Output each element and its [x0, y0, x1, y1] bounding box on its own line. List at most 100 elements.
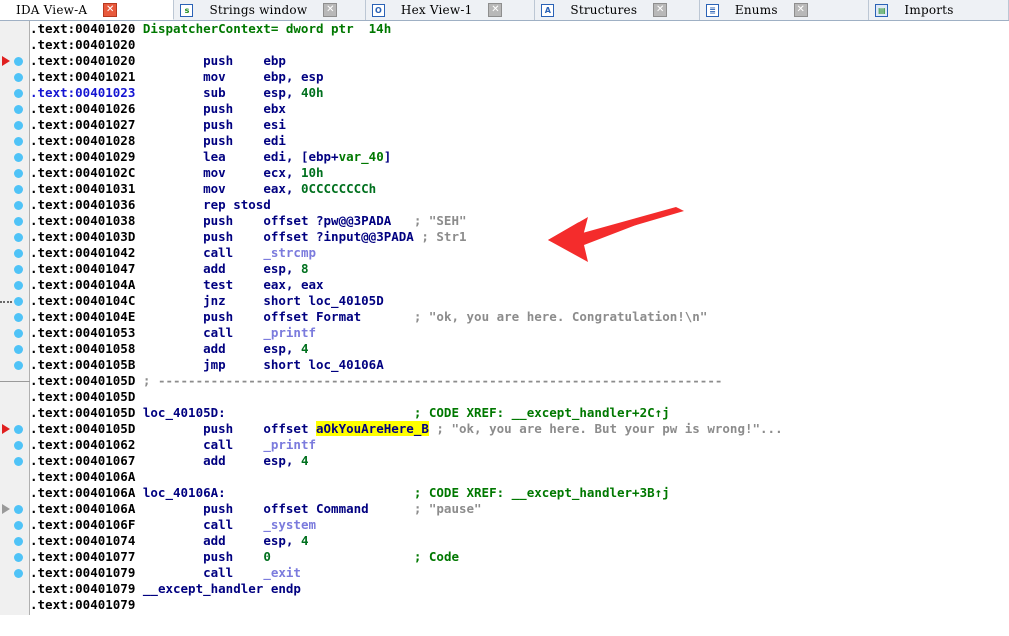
line-address: .text:00401031 — [30, 181, 136, 196]
tab-ida-view-a[interactable]: IDA View-A ✕ — [0, 0, 175, 20]
highlighted-symbol[interactable]: aOkYouAreHere_B — [316, 421, 429, 436]
disasm-line[interactable]: .text:0040106A — [30, 469, 1009, 485]
gutter-breakpoint-dot[interactable] — [14, 297, 23, 306]
code-listing[interactable]: .text:00401020 DispatcherContext= dword … — [30, 21, 1009, 615]
close-icon[interactable]: ✕ — [793, 3, 808, 17]
mnemonic: add — [203, 261, 264, 276]
tab-label: IDA View-A — [16, 2, 88, 17]
call-target[interactable]: _printf — [263, 325, 316, 340]
operands: ebp — [263, 53, 286, 68]
disasm-line[interactable]: .text:00401027 push esi — [30, 117, 1009, 133]
close-icon[interactable]: ✕ — [653, 3, 668, 17]
operands: edi, [ebp+var_40] — [263, 149, 392, 164]
disasm-line[interactable]: .text:0040104A test eax, eax — [30, 277, 1009, 293]
tab-imports[interactable]: ▤ Imports — [869, 0, 1009, 20]
gutter-breakpoint-dot[interactable] — [14, 105, 23, 114]
close-icon[interactable]: ✕ — [103, 2, 118, 17]
operands: esp, 40h — [263, 85, 324, 100]
inline-comment: ; "pause" — [413, 501, 482, 516]
disasm-line[interactable]: .text:00401058 add esp, 4 — [30, 341, 1009, 357]
gutter-breakpoint-dot[interactable] — [14, 153, 23, 162]
xref-comment: ; CODE XREF: __except_handler+2C↑j — [413, 405, 670, 420]
disasm-line[interactable]: .text:00401036 rep stosd — [30, 197, 1009, 213]
code-label[interactable]: loc_40105D: — [135, 405, 413, 420]
disasm-line[interactable]: .text:0040106F call _system — [30, 517, 1009, 533]
disasm-line[interactable]: .text:00401038 push offset ?pw@@3PADA ; … — [30, 213, 1009, 229]
disasm-line[interactable]: .text:0040105D loc_40105D: ; CODE XREF: … — [30, 405, 1009, 421]
disasm-line[interactable]: .text:00401042 call _strcmp — [30, 245, 1009, 261]
close-icon[interactable]: ✕ — [488, 3, 503, 17]
mnemonic: jmp — [203, 357, 264, 372]
gutter-breakpoint-dot[interactable] — [14, 137, 23, 146]
call-target[interactable]: _exit — [263, 565, 301, 580]
disasm-line[interactable]: .text:00401062 call _printf — [30, 437, 1009, 453]
gutter-breakpoint-dot[interactable] — [14, 169, 23, 178]
gutter-breakpoint-dot[interactable] — [14, 217, 23, 226]
gutter-breakpoint-dot[interactable] — [14, 361, 23, 370]
disasm-line[interactable]: .text:0040103D push offset ?input@@3PADA… — [30, 229, 1009, 245]
line-address: .text:00401026 — [30, 101, 136, 116]
gutter-breakpoint-dot[interactable] — [14, 345, 23, 354]
tab-hex-view-1[interactable]: O Hex View-1 ✕ — [365, 0, 536, 20]
gutter-breakpoint-dot[interactable] — [14, 329, 23, 338]
call-target[interactable]: _strcmp — [263, 245, 316, 260]
gutter-breakpoint-dot[interactable] — [14, 281, 23, 290]
tab-enums[interactable]: ≣ Enums ✕ — [699, 0, 870, 20]
disasm-line[interactable]: .text:0040102C mov ecx, 10h — [30, 165, 1009, 181]
disasm-line[interactable]: .text:00401026 push ebx — [30, 101, 1009, 117]
disasm-line[interactable]: .text:0040104E push offset Format ; "ok,… — [30, 309, 1009, 325]
mnemonic: call — [203, 437, 264, 452]
disasm-line[interactable]: .text:00401067 add esp, 4 — [30, 453, 1009, 469]
disasm-line[interactable]: .text:0040104C jnz short loc_40105D — [30, 293, 1009, 309]
disasm-line[interactable]: .text:00401020 — [30, 37, 1009, 53]
call-target[interactable]: _printf — [263, 437, 316, 452]
line-address: .text:00401062 — [30, 437, 136, 452]
gutter-breakpoint-dot[interactable] — [14, 121, 23, 130]
gutter-breakpoint-dot[interactable] — [14, 233, 23, 242]
disasm-line[interactable]: .text:00401053 call _printf — [30, 325, 1009, 341]
disasm-line[interactable]: .text:00401079 call _exit — [30, 565, 1009, 581]
disasm-line[interactable]: .text:00401029 lea edi, [ebp+var_40] — [30, 149, 1009, 165]
gutter-breakpoint-dot[interactable] — [14, 265, 23, 274]
disasm-line[interactable]: .text:0040106A push offset Command ; "pa… — [30, 501, 1009, 517]
disasm-line[interactable]: .text:00401028 push edi — [30, 133, 1009, 149]
gutter-breakpoint-dot[interactable] — [14, 537, 23, 546]
tab-strings-window[interactable]: s Strings window ✕ — [174, 0, 366, 20]
disasm-line[interactable]: .text:00401047 add esp, 8 — [30, 261, 1009, 277]
disasm-line[interactable]: .text:00401031 mov eax, 0CCCCCCCCh — [30, 181, 1009, 197]
call-target[interactable]: _system — [263, 517, 316, 532]
disasm-line[interactable]: .text:0040105D push offset aOkYouAreHere… — [30, 421, 1009, 437]
disasm-line[interactable]: .text:00401077 push 0 ; Code — [30, 549, 1009, 565]
gutter-breakpoint-dot[interactable] — [14, 457, 23, 466]
disasm-line[interactable]: .text:00401023 sub esp, 40h — [30, 85, 1009, 101]
disasm-line[interactable]: .text:00401079 — [30, 597, 1009, 613]
disasm-line[interactable]: .text:00401020 push ebp — [30, 53, 1009, 69]
disasm-line[interactable]: .text:0040105B jmp short loc_40106A — [30, 357, 1009, 373]
gutter-breakpoint-dot[interactable] — [14, 425, 23, 434]
close-icon[interactable]: ✕ — [323, 3, 338, 17]
gutter-breakpoint-dot[interactable] — [14, 521, 23, 530]
gutter-breakpoint-dot[interactable] — [14, 201, 23, 210]
disasm-line[interactable]: .text:00401020 DispatcherContext= dword … — [30, 21, 1009, 37]
line-address: .text:0040106A — [30, 469, 136, 484]
tab-structures[interactable]: A Structures ✕ — [535, 0, 700, 20]
operands: offset ?input@@3PADA — [263, 229, 414, 244]
gutter-breakpoint-dot[interactable] — [14, 313, 23, 322]
gutter-breakpoint-dot[interactable] — [14, 505, 23, 514]
disasm-line[interactable]: .text:0040105D — [30, 389, 1009, 405]
gutter-breakpoint-dot[interactable] — [14, 441, 23, 450]
gutter-breakpoint-dot[interactable] — [14, 89, 23, 98]
disasm-line[interactable]: .text:00401079 __except_handler endp — [30, 581, 1009, 597]
gutter-breakpoint-dot[interactable] — [14, 185, 23, 194]
disasm-line[interactable]: .text:0040106A loc_40106A: ; CODE XREF: … — [30, 485, 1009, 501]
gutter-breakpoint-dot[interactable] — [14, 249, 23, 258]
gutter-breakpoint-dot[interactable] — [14, 57, 23, 66]
gutter-breakpoint-dot[interactable] — [14, 569, 23, 578]
disasm-line[interactable]: .text:00401021 mov ebp, esp — [30, 69, 1009, 85]
disasm-line[interactable]: .text:0040105D ; -----------------------… — [30, 373, 1009, 389]
code-label[interactable]: loc_40106A: — [135, 485, 413, 500]
navigation-gutter[interactable] — [0, 21, 30, 615]
disasm-line[interactable]: .text:00401074 add esp, 4 — [30, 533, 1009, 549]
gutter-breakpoint-dot[interactable] — [14, 553, 23, 562]
gutter-breakpoint-dot[interactable] — [14, 73, 23, 82]
